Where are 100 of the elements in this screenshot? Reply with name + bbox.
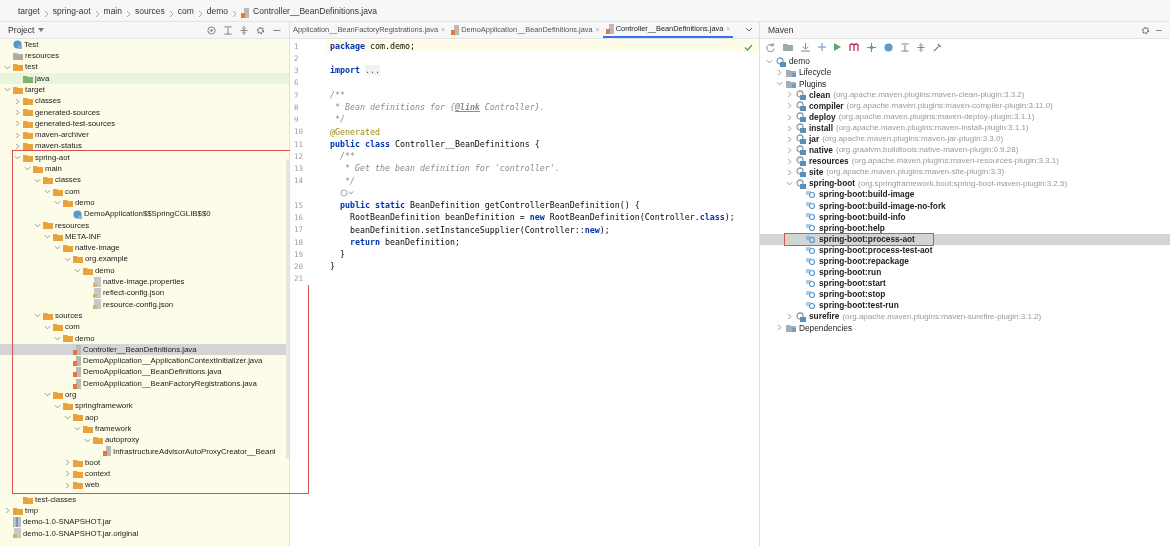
- plugin-icon: [796, 100, 806, 111]
- tree-item[interactable]: spring-boot:build-image: [760, 189, 1170, 201]
- chevron-right-icon[interactable]: [786, 313, 793, 321]
- breadcrumb-item[interactable]: sources: [135, 5, 165, 18]
- caret-icon[interactable]: [38, 28, 45, 32]
- plugin-icon: [796, 145, 806, 156]
- settings-icon[interactable]: [256, 25, 265, 35]
- refresh-icon[interactable]: [766, 42, 775, 52]
- plugin-icon: [796, 123, 806, 134]
- tree-item[interactable]: Dependencies: [760, 322, 1170, 334]
- chevron-right-icon[interactable]: [776, 324, 783, 332]
- tree-item[interactable]: compiler (org.apache.maven.plugins:maven-compiler-plugin:3.11.0): [760, 100, 1170, 112]
- collapse-icon[interactable]: [224, 25, 232, 35]
- play-icon[interactable]: [834, 43, 841, 51]
- tree-item[interactable]: spring-boot (org.springframework.boot:spring-boot-maven-plugin:3.2.5): [760, 178, 1170, 190]
- chevron-right-icon[interactable]: [14, 97, 21, 105]
- chevron-right-icon[interactable]: [14, 120, 21, 128]
- folder-icon: [13, 51, 23, 60]
- plugin-coordinates: (org.springframework.boot:spring-boot-maven-plugin:3.2.5): [858, 177, 1068, 190]
- tree-item[interactable]: spring-boot:build-image-no-fork: [760, 200, 1170, 212]
- plugin-coordinates: (org.apache.maven.plugins:maven-install-plugin:3.1.1): [836, 122, 1029, 135]
- breadcrumb-item[interactable]: target: [18, 5, 40, 18]
- breadcrumb-item[interactable]: demo: [206, 5, 229, 18]
- tree-item[interactable]: spring-boot:test-run: [760, 300, 1170, 312]
- tree-item[interactable]: native (org.graalvm.buildtools:native-maven-plugin:0.9.28): [760, 144, 1170, 156]
- target-icon[interactable]: [207, 25, 216, 35]
- plugin-icon: [796, 167, 806, 178]
- download-icon[interactable]: [801, 42, 810, 52]
- tree-item[interactable]: spring-boot:start: [760, 277, 1170, 289]
- folder-icon: [786, 68, 796, 77]
- tree-item[interactable]: Plugins: [760, 78, 1170, 90]
- tree-item[interactable]: resources (org.apache.maven.plugins:maven-resources-plugin:3.3.1): [760, 155, 1170, 167]
- chevron-right-icon[interactable]: [786, 113, 793, 121]
- gear-icon: [806, 267, 816, 277]
- expand-icon[interactable]: [917, 42, 925, 52]
- wrench-icon[interactable]: [933, 42, 942, 52]
- tree-item[interactable]: jar (org.apache.maven.plugins:maven-jar-plugin:3.3.0): [760, 133, 1170, 145]
- chevron-right-icon[interactable]: [786, 124, 793, 132]
- tree-item[interactable]: install (org.apache.maven.plugins:maven-install-plugin:3.1.1): [760, 122, 1170, 134]
- chevron-right-icon[interactable]: [14, 131, 21, 139]
- tree-item[interactable]: demo: [760, 56, 1170, 68]
- tree-item[interactable]: spring-boot:run: [760, 266, 1170, 278]
- chevron-right-icon[interactable]: [64, 459, 71, 467]
- breadcrumb-item[interactable]: spring-aot: [52, 5, 91, 18]
- code-line: public class Controller__BeanDefinitions {: [329, 137, 540, 151]
- chevron-right-icon[interactable]: [776, 69, 783, 77]
- tree-item[interactable]: spring-boot:stop: [760, 288, 1170, 301]
- code-line: }: [339, 248, 345, 261]
- chevron-right-icon[interactable]: [786, 102, 793, 110]
- tree-item[interactable]: spring-boot:build-info: [760, 211, 1170, 223]
- code-line: /**: [339, 150, 355, 163]
- tree-item[interactable]: Lifecycle: [760, 67, 1170, 79]
- chevron-right-icon[interactable]: [14, 108, 21, 116]
- code-line: return beanDefinition;: [348, 235, 460, 249]
- tree-item[interactable]: spring-boot:help: [760, 222, 1170, 234]
- gear-icon: [806, 212, 816, 222]
- chevron-right-icon: [168, 10, 174, 18]
- code-line: package com.demo;: [329, 39, 415, 53]
- breadcrumb-item[interactable]: Controller__BeanDefinitions.java: [253, 5, 377, 18]
- tree-item[interactable]: spring-boot:repackage: [760, 255, 1170, 267]
- expand-icon[interactable]: [240, 25, 248, 35]
- chevron-right-icon[interactable]: [64, 481, 71, 489]
- code-line: import ...: [329, 64, 380, 77]
- folder-icon: [786, 323, 796, 332]
- collapse-icon[interactable]: [901, 42, 909, 52]
- chevron-right-icon[interactable]: [64, 470, 71, 478]
- maven-icon[interactable]: [849, 43, 859, 51]
- chevron-right-icon[interactable]: [4, 507, 11, 515]
- gear-icon: [806, 256, 816, 266]
- tree-item[interactable]: deploy (org.apache.maven.plugins:maven-deploy-plugin:3.1.1): [760, 111, 1170, 123]
- tree-item[interactable]: site (org.apache.maven.plugins:maven-site-plugin:3.3): [760, 166, 1170, 179]
- tree-item[interactable]: spring-boot:process-test-aot: [760, 244, 1170, 256]
- plugin-icon: [776, 56, 786, 67]
- chevron-right-icon[interactable]: [14, 142, 21, 150]
- gear-icon: [806, 190, 816, 200]
- tree-item[interactable]: spring-boot:process-aot: [760, 233, 1170, 245]
- code-line: */: [334, 113, 345, 126]
- chevron-down-icon[interactable]: [745, 27, 753, 33]
- chevron-right-icon: [43, 10, 49, 18]
- chevron-right-icon[interactable]: [786, 157, 793, 165]
- chevron-right-icon[interactable]: [786, 91, 793, 99]
- chevron-right-icon: [94, 10, 100, 18]
- chevron-right-icon[interactable]: [786, 146, 793, 154]
- code-line: }: [329, 260, 335, 273]
- tree-item[interactable]: clean (org.apache.maven.plugins:maven-clean-plugin:3.3.2): [760, 89, 1170, 101]
- plugin-coordinates: (org.apache.maven.plugins:maven-compiler-plugin:3.11.0): [846, 99, 1053, 112]
- plus-icon[interactable]: [818, 43, 826, 51]
- code-line: RootBeanDefinition beanDefinition = new RootBeanDefinition(Controller.class);: [348, 211, 735, 224]
- folder-icon[interactable]: [783, 43, 793, 51]
- settings-icon[interactable]: [1141, 25, 1150, 35]
- chevron-right-icon[interactable]: [786, 169, 793, 176]
- breadcrumb-item[interactable]: main: [103, 5, 122, 18]
- breadcrumb-item[interactable]: com: [177, 5, 194, 18]
- panel-title[interactable]: Project: [8, 23, 35, 37]
- tree-item[interactable]: surefire (org.apache.maven.plugins:maven-surefire-plugin:3.1.2): [760, 311, 1170, 323]
- code-line: beanDefinition.setInstanceSupplier(Controller::new);: [348, 223, 610, 237]
- gear-icon: [806, 290, 816, 299]
- class-icon: [13, 40, 22, 50]
- chevron-right-icon[interactable]: [786, 135, 793, 143]
- plugin-coordinates: (org.apache.maven.plugins:maven-resources-plugin:3.3.1): [851, 155, 1059, 168]
